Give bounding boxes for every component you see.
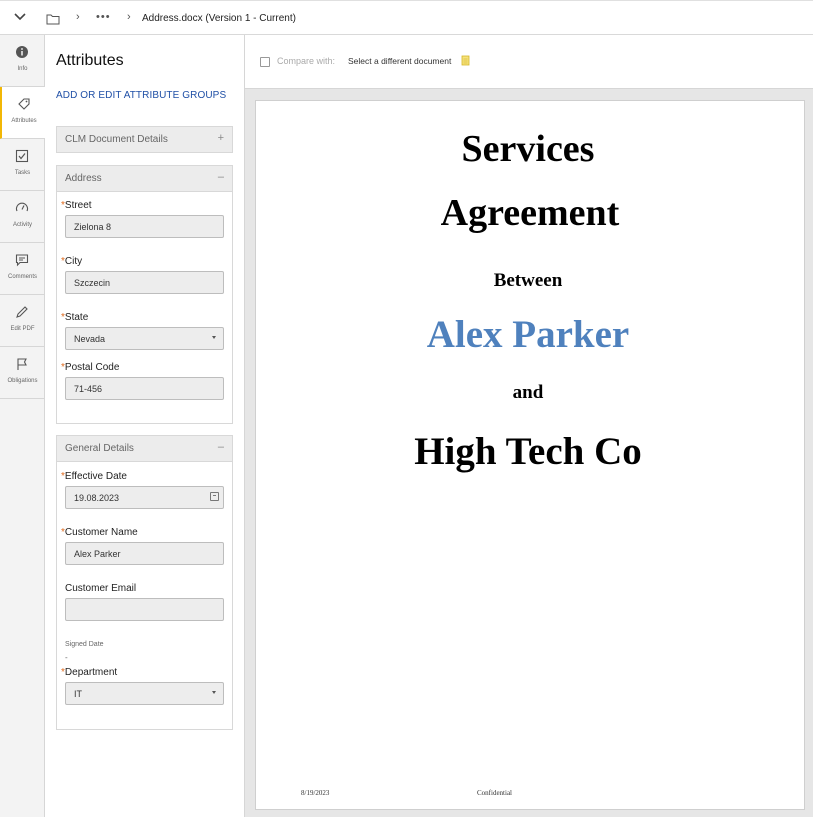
street-label: *Street bbox=[61, 200, 92, 211]
collapse-icon[interactable]: – bbox=[218, 171, 224, 183]
dropdown-caret-icon bbox=[212, 336, 216, 339]
postal-code-value: 71-456 bbox=[74, 384, 103, 394]
group-title: CLM Document Details bbox=[65, 134, 168, 145]
rail-item-label: Tasks bbox=[14, 170, 31, 176]
state-dropdown[interactable]: Nevada bbox=[65, 327, 224, 350]
expand-icon[interactable]: + bbox=[218, 132, 224, 144]
gauge-icon bbox=[15, 202, 29, 212]
street-field[interactable]: Zielona 8 bbox=[65, 215, 224, 238]
city-label: *City bbox=[61, 256, 83, 267]
signed-date-label: Signed Date bbox=[65, 641, 104, 648]
effective-date-value: 19.08.2023 bbox=[74, 493, 120, 503]
doc-footer-date: 8/19/2023 bbox=[301, 789, 330, 797]
customer-name-label: *Customer Name bbox=[61, 527, 138, 538]
dropdown-caret-icon bbox=[212, 691, 216, 694]
group-header[interactable]: Address – bbox=[57, 166, 232, 192]
select-different-document-link[interactable]: Select a different document bbox=[348, 56, 451, 66]
rail-item-tasks[interactable]: Tasks bbox=[0, 139, 45, 191]
info-icon bbox=[16, 46, 28, 58]
rail-item-label: Comments bbox=[7, 274, 37, 280]
street-value: Zielona 8 bbox=[74, 222, 112, 232]
city-field[interactable]: Szczecin bbox=[65, 271, 224, 294]
department-dropdown[interactable]: IT bbox=[65, 682, 224, 705]
customer-name-value: Alex Parker bbox=[74, 549, 121, 559]
postal-code-label: *Postal Code bbox=[61, 362, 120, 373]
customer-email-field[interactable] bbox=[65, 598, 224, 621]
breadcrumb-separator: › bbox=[127, 11, 131, 23]
group-header[interactable]: General Details – bbox=[57, 436, 232, 462]
add-edit-attribute-groups-link[interactable]: ADD OR EDIT ATTRIBUTE GROUPS bbox=[56, 90, 226, 101]
compare-bar: Compare with: Select a different documen… bbox=[245, 35, 813, 89]
doc-title-line-2: Agreement bbox=[440, 192, 620, 234]
group-header[interactable]: CLM Document Details + bbox=[57, 127, 232, 153]
group-title: General Details bbox=[65, 443, 134, 454]
customer-email-label: Customer Email bbox=[65, 583, 137, 594]
document-title[interactable]: Address.docx (Version 1 - Current) bbox=[142, 13, 296, 24]
rail-item-obligations[interactable]: Obligations bbox=[0, 347, 45, 399]
group-title: Address bbox=[65, 173, 102, 184]
group-address: Address – *Street Zielona 8 *City Szczec… bbox=[56, 165, 233, 424]
chevron-down-icon[interactable] bbox=[12, 9, 28, 25]
document-icon[interactable] bbox=[461, 55, 470, 66]
signed-date-value: - bbox=[65, 653, 68, 662]
document-viewer: Compare with: Select a different documen… bbox=[245, 35, 813, 817]
state-label: *State bbox=[61, 312, 89, 323]
rail-item-label: Info bbox=[17, 66, 28, 72]
flag-icon bbox=[17, 358, 27, 370]
rail-item-label: Edit PDF bbox=[10, 326, 35, 332]
rail-item-activity[interactable]: Activity bbox=[0, 191, 45, 243]
pencil-icon bbox=[16, 306, 28, 318]
postal-code-field[interactable]: 71-456 bbox=[65, 377, 224, 400]
panel-title: Attributes bbox=[56, 52, 124, 69]
tag-icon bbox=[18, 98, 30, 110]
doc-and: and bbox=[512, 382, 544, 403]
attributes-panel: Attributes ADD OR EDIT ATTRIBUTE GROUPS … bbox=[45, 35, 245, 817]
comment-icon bbox=[15, 254, 29, 267]
rail-item-label: Obligations bbox=[7, 378, 38, 384]
top-bar: › ••• › Address.docx (Version 1 - Curren… bbox=[0, 0, 813, 35]
effective-date-label: *Effective Date bbox=[61, 471, 127, 482]
city-value: Szczecin bbox=[74, 278, 111, 288]
department-value: IT bbox=[74, 689, 82, 699]
customer-name-field[interactable]: Alex Parker bbox=[65, 542, 224, 565]
rail-item-label: Activity bbox=[12, 222, 32, 228]
breadcrumb-ellipsis[interactable]: ••• bbox=[96, 11, 111, 23]
breadcrumb-separator: › bbox=[76, 11, 80, 23]
doc-footer-confidential: Confidential bbox=[477, 789, 512, 797]
group-general-details: General Details – *Effective Date 19.08.… bbox=[56, 435, 233, 730]
folder-icon[interactable] bbox=[46, 13, 60, 25]
doc-party-2: High Tech Co bbox=[414, 430, 642, 473]
rail-item-edit-pdf[interactable]: Edit PDF bbox=[0, 295, 45, 347]
effective-date-field[interactable]: 19.08.2023 bbox=[65, 486, 224, 509]
collapse-icon[interactable]: – bbox=[218, 441, 224, 453]
rail-item-info[interactable]: Info bbox=[0, 35, 45, 87]
compare-label: Compare with: bbox=[277, 56, 336, 66]
left-rail: Info Attributes Tasks Activity Comments … bbox=[0, 35, 46, 817]
compare-checkbox[interactable] bbox=[260, 57, 270, 67]
group-clm-document-details: CLM Document Details + bbox=[56, 126, 233, 153]
doc-title-line-1: Services bbox=[461, 128, 595, 170]
rail-item-comments[interactable]: Comments bbox=[0, 243, 45, 295]
doc-between: Between bbox=[493, 270, 563, 291]
department-label: *Department bbox=[61, 667, 118, 678]
document-page: Services Agreement Between Alex Parker a… bbox=[255, 100, 805, 810]
state-value: Nevada bbox=[74, 334, 106, 344]
rail-item-attributes[interactable]: Attributes bbox=[0, 87, 46, 139]
doc-party-1: Alex Parker bbox=[426, 313, 630, 356]
checkbox-icon bbox=[15, 149, 29, 163]
calendar-icon[interactable] bbox=[210, 492, 219, 501]
rail-item-label: Attributes bbox=[11, 118, 37, 124]
